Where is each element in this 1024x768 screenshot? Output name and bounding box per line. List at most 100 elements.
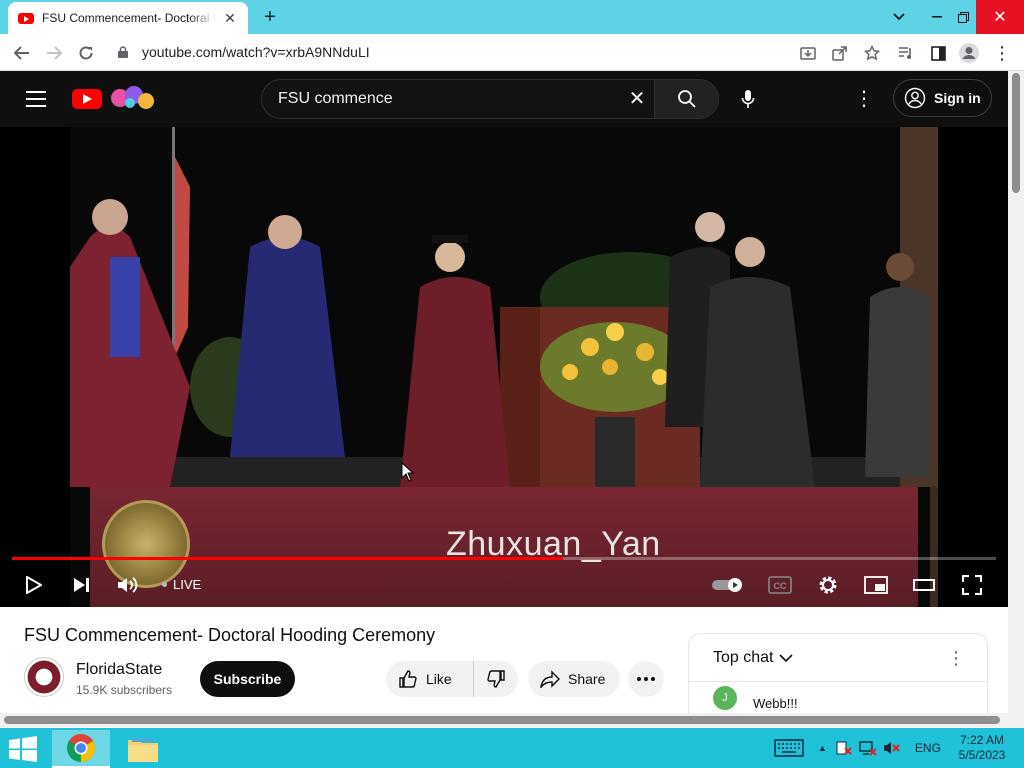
tab-close-icon[interactable]: ✕ (222, 10, 238, 26)
progress-fill (12, 557, 564, 560)
folder-icon (128, 739, 158, 762)
tab-title: FSU Commencement- Doctoral Hooding Cerem… (42, 11, 216, 25)
sidepanel-icon[interactable] (925, 40, 951, 66)
share-button[interactable]: Share (528, 661, 620, 697)
thumb-up-icon (399, 670, 417, 688)
mouse-cursor-icon (401, 462, 415, 482)
url-text[interactable]: youtube.com/watch?v=xrbA9NNduLI (142, 44, 370, 60)
more-actions-button[interactable] (628, 661, 664, 697)
chat-message-text: Webb!!! (753, 696, 798, 711)
media-icon[interactable] (893, 40, 919, 66)
search-icon (677, 90, 696, 108)
player-controls: LIVE CC (0, 563, 1008, 607)
windows-taskbar: ▲ ENG 7:22 AM 5/5/2023 (0, 728, 1024, 768)
star-icon[interactable] (856, 44, 888, 61)
network-icon[interactable] (859, 740, 877, 756)
like-button[interactable]: Like (386, 661, 474, 697)
more-vert-icon[interactable]: ⋮ (852, 87, 876, 111)
clock-time: 7:22 AM (959, 733, 1005, 747)
restore-window-button[interactable] (948, 0, 978, 34)
like-dislike-group: Like (386, 661, 518, 697)
profile-icon[interactable] (956, 40, 982, 66)
tab-search-chevron-icon[interactable] (884, 0, 914, 34)
horizontal-scroll-thumb[interactable] (4, 716, 1000, 724)
vertical-scroll-thumb[interactable] (1012, 73, 1020, 193)
volume-muted-icon[interactable] (883, 740, 901, 756)
video-progress-bar[interactable] (12, 557, 996, 560)
language-indicator[interactable]: ENG (915, 741, 941, 755)
search-button[interactable] (654, 80, 718, 118)
windows-start-icon[interactable] (8, 736, 38, 762)
fullscreen-icon[interactable] (954, 563, 990, 607)
youtube-masthead: ✕ ⋮ Sign in (0, 71, 1008, 127)
browser-tab-active[interactable]: FSU Commencement- Doctoral Hooding Cerem… (8, 2, 248, 34)
thumb-down-icon (487, 670, 505, 688)
install-icon[interactable] (792, 45, 824, 61)
sign-in-button[interactable]: Sign in (893, 79, 992, 117)
search-box: ✕ (261, 79, 719, 119)
close-window-button[interactable]: ✕ (976, 0, 1024, 34)
search-input[interactable] (262, 80, 632, 118)
channel-avatar[interactable] (24, 657, 64, 697)
cc-icon[interactable]: CC (762, 563, 798, 607)
next-icon[interactable] (64, 563, 100, 607)
youtube-favicon-icon (18, 12, 34, 24)
chrome-icon (67, 734, 95, 762)
mic-icon (741, 90, 755, 108)
reload-icon[interactable] (73, 40, 99, 66)
share-label: Share (568, 671, 606, 687)
lock-icon[interactable] (118, 46, 128, 58)
settings-icon[interactable] (810, 563, 846, 607)
sign-in-label: Sign in (934, 90, 981, 106)
chat-more-vert-icon[interactable]: ⋮ (947, 648, 965, 669)
share-icon (540, 670, 560, 688)
youtube-doodle-icon[interactable] (108, 83, 158, 113)
new-tab-button[interactable]: + (258, 6, 282, 28)
taskbar-clock[interactable]: 7:22 AM 5/5/2023 (950, 733, 1014, 763)
live-label: LIVE (173, 577, 202, 592)
browser-toolbar: youtube.com/watch?v=xrbA9NNduLI ⋮ (0, 34, 1024, 71)
action-center-icon[interactable] (835, 740, 853, 756)
system-tray: ▲ ENG (774, 728, 941, 768)
tray-expand-icon[interactable]: ▲ (818, 743, 827, 753)
menu-icon[interactable] (26, 91, 46, 107)
dislike-button[interactable] (474, 661, 518, 697)
address-bar[interactable]: youtube.com/watch?v=xrbA9NNduLI (108, 38, 888, 67)
subscribe-button[interactable]: Subscribe (200, 661, 295, 697)
share-page-icon[interactable] (824, 45, 856, 61)
live-indicator[interactable]: LIVE (162, 577, 201, 592)
voice-search-button[interactable] (728, 79, 768, 119)
horizontal-scrollbar[interactable] (0, 713, 1024, 727)
play-icon[interactable] (16, 563, 52, 607)
back-icon[interactable] (9, 40, 35, 66)
browser-titlebar: FSU Commencement- Doctoral Hooding Cerem… (0, 0, 1024, 34)
autoplay-toggle[interactable] (708, 563, 748, 607)
forward-icon[interactable] (41, 40, 67, 66)
live-chat-panel: Top chat ⋮ J Webb!!! (688, 633, 988, 715)
svg-text:CC: CC (774, 581, 787, 591)
video-player[interactable]: Zhuxuan_Yan LIVE CC (0, 127, 1008, 607)
like-label: Like (426, 671, 452, 687)
omnibox-actions (792, 38, 888, 67)
clock-date: 5/5/2023 (958, 748, 1006, 762)
youtube-logo[interactable] (72, 89, 102, 109)
more-horiz-icon (637, 677, 655, 681)
taskbar-file-explorer[interactable] (114, 730, 172, 768)
live-dot-icon (162, 582, 167, 587)
taskbar-chrome[interactable] (52, 730, 110, 768)
chat-author-avatar[interactable]: J (713, 686, 737, 710)
chat-header: Top chat ⋮ (689, 634, 987, 682)
video-title: FSU Commencement- Doctoral Hooding Cerem… (24, 625, 436, 645)
youtube-page: ✕ ⋮ Sign in (0, 71, 1008, 715)
clear-search-icon[interactable]: ✕ (626, 88, 648, 110)
subscriber-count: 15.9K subscribers (76, 683, 173, 697)
volume-icon[interactable] (110, 563, 146, 607)
channel-name[interactable]: FloridaState (76, 661, 162, 679)
chat-mode-selector[interactable]: Top chat (713, 649, 773, 667)
chevron-down-icon[interactable] (779, 653, 794, 663)
theater-mode-icon[interactable] (906, 563, 942, 607)
miniplayer-icon[interactable] (858, 563, 894, 607)
browser-menu-icon[interactable]: ⋮ (989, 40, 1015, 66)
vertical-scrollbar[interactable] (1008, 71, 1024, 715)
keyboard-icon[interactable] (774, 739, 804, 757)
